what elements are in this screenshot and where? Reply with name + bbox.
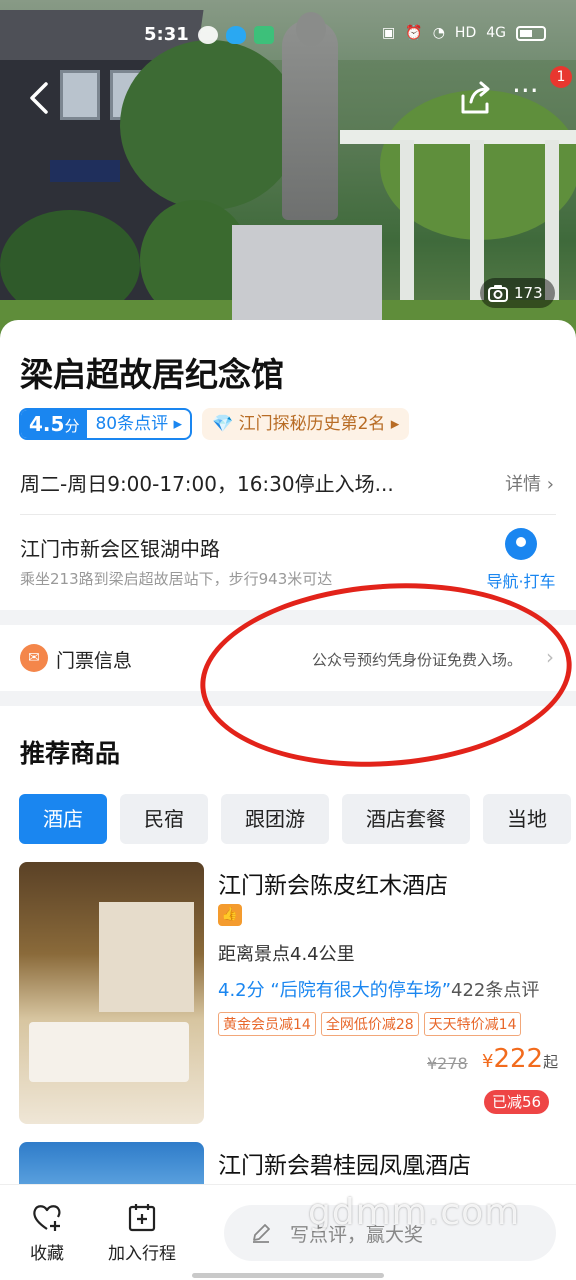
status-time: 5:31 xyxy=(144,24,189,45)
hero-pillar xyxy=(400,140,414,310)
promo-tag: 天天特价减14 xyxy=(423,1012,522,1036)
divider xyxy=(20,514,556,515)
chevron-right-icon: › xyxy=(546,645,554,669)
add-trip-label: 加入行程 xyxy=(108,1244,176,1264)
share-button[interactable] xyxy=(455,78,495,118)
hotel-name: 江门新会陈皮红木酒店 xyxy=(218,873,448,899)
hero-pergola xyxy=(340,130,576,144)
hotel-card[interactable]: 江门新会陈皮红木酒店 👍 距离景点4.4公里 4.2分 “后院有很大的停车场”4… xyxy=(0,862,576,1132)
photo-count-button[interactable]: 173 xyxy=(480,278,555,308)
signal-label: 4G xyxy=(486,25,506,41)
promo-tags: 黄金会员减14 全网低价减28 天天特价减14 xyxy=(218,1012,522,1036)
tab-group-tour[interactable]: 跟团游 xyxy=(221,794,329,844)
hero-pedestal xyxy=(232,225,382,325)
rank-badge[interactable]: 💎 江门探秘历史第2名 ▸ xyxy=(202,408,410,440)
hotel-review: 4.2分 “后院有很大的停车场”422条点评 xyxy=(218,980,540,1001)
original-price: ¥278 xyxy=(427,1054,468,1073)
photo-count-label: 173 xyxy=(514,284,543,302)
back-button[interactable] xyxy=(20,78,60,118)
nfc-icon: ▣ xyxy=(382,25,396,41)
tab-local[interactable]: 当地 xyxy=(483,794,571,844)
hotel-name: 江门新会碧桂园凤凰酒店 xyxy=(218,1153,471,1179)
ticket-value: 公众号预约凭身份证免费入场。 xyxy=(311,651,522,669)
hotel-distance: 距离景点4.4公里 xyxy=(218,944,355,965)
wifi-icon: ◔ xyxy=(432,25,445,41)
hero-tree xyxy=(120,40,300,210)
opening-hours: 周二-周日9:00-17:00，16:30停止入场... xyxy=(20,472,394,496)
tab-hotel-package[interactable]: 酒店套餐 xyxy=(342,794,470,844)
promo-tag: 黄金会员减14 xyxy=(218,1012,316,1036)
tab-homestay[interactable]: 民宿 xyxy=(120,794,208,844)
status-right: ▣ ⏰ ◔ HD 4G xyxy=(382,25,546,41)
add-to-trip-button[interactable]: 加入行程 xyxy=(108,1201,176,1264)
thumb-bed xyxy=(29,1022,189,1082)
more-dots-icon: ··· xyxy=(512,74,539,107)
discount-badge: 已减56 xyxy=(484,1090,550,1114)
thumb-curtain xyxy=(99,902,194,1012)
diamond-icon: 💎 xyxy=(212,414,234,434)
pencil-icon xyxy=(253,1224,270,1243)
share-icon xyxy=(461,81,490,114)
rank-label: 江门探秘历史第2名 xyxy=(238,414,386,434)
poi-title: 梁启超故居纪念馆 xyxy=(20,355,284,394)
thumbs-up-icon: 👍 xyxy=(218,904,242,926)
favorite-label: 收藏 xyxy=(30,1244,64,1264)
status-notification-icons xyxy=(198,26,274,44)
ticket-info-row[interactable]: ✉ 门票信息 公众号预约凭身份证免费入场。 › xyxy=(0,625,576,691)
hd-label: HD xyxy=(454,25,477,41)
chevron-right-icon: › xyxy=(546,474,554,495)
promo-tag: 全网低价减28 xyxy=(320,1012,419,1036)
ticket-icon: ✉ xyxy=(20,644,48,672)
poi-info-card: 梁启超故居纪念馆 4.5分 80条点评 ▸ 💎 江门探秘历史第2名 ▸ 周二-周… xyxy=(0,320,576,610)
ticket-label: 门票信息 xyxy=(56,650,133,672)
notification-badge: 1 xyxy=(550,66,572,88)
section-title: 推荐商品 xyxy=(20,739,121,768)
wechat-icon xyxy=(198,26,218,44)
back-arrow-icon xyxy=(30,82,48,114)
hotel-thumbnail xyxy=(19,862,204,1124)
rating-score: 4.5分 xyxy=(21,410,88,438)
product-tabs: 酒店 民宿 跟团游 酒店套餐 当地 xyxy=(19,794,576,844)
tab-hotel[interactable]: 酒店 xyxy=(19,794,107,844)
camera-icon xyxy=(488,285,508,302)
watermark: gdmm.com xyxy=(308,1192,521,1233)
location-pin-icon xyxy=(505,528,537,560)
navigate-taxi-button[interactable]: 导航·打车 xyxy=(478,528,564,592)
navigate-label: 导航·打车 xyxy=(486,572,556,591)
hero-window xyxy=(60,70,100,120)
qq-icon xyxy=(226,26,246,44)
hours-details-link[interactable]: 详情 › xyxy=(505,470,554,496)
review-count-link[interactable]: 80条点评 ▸ xyxy=(87,410,190,438)
message-icon xyxy=(254,26,274,44)
favorite-button[interactable]: 收藏 xyxy=(30,1201,64,1264)
calendar-plus-icon xyxy=(128,1204,156,1232)
hero-sign xyxy=(50,160,120,182)
recommended-products: 推荐商品 酒店 民宿 跟团游 酒店套餐 当地 江门新会陈皮红木酒店 👍 距离景点… xyxy=(0,706,576,1206)
address[interactable]: 江门市新会区银湖中路 xyxy=(20,533,220,562)
home-indicator[interactable] xyxy=(192,1273,384,1278)
transit-hint: 乘坐213路到梁启超故居站下，步行943米可达 xyxy=(20,570,333,588)
current-price: ¥222起 xyxy=(482,1044,559,1074)
heart-plus-icon xyxy=(33,1205,61,1231)
rating-badge[interactable]: 4.5分 80条点评 ▸ xyxy=(19,408,193,440)
status-bar: 5:31 ▣ ⏰ ◔ HD 4G xyxy=(0,22,576,52)
battery-icon xyxy=(516,25,546,41)
alarm-icon: ⏰ xyxy=(405,25,423,41)
